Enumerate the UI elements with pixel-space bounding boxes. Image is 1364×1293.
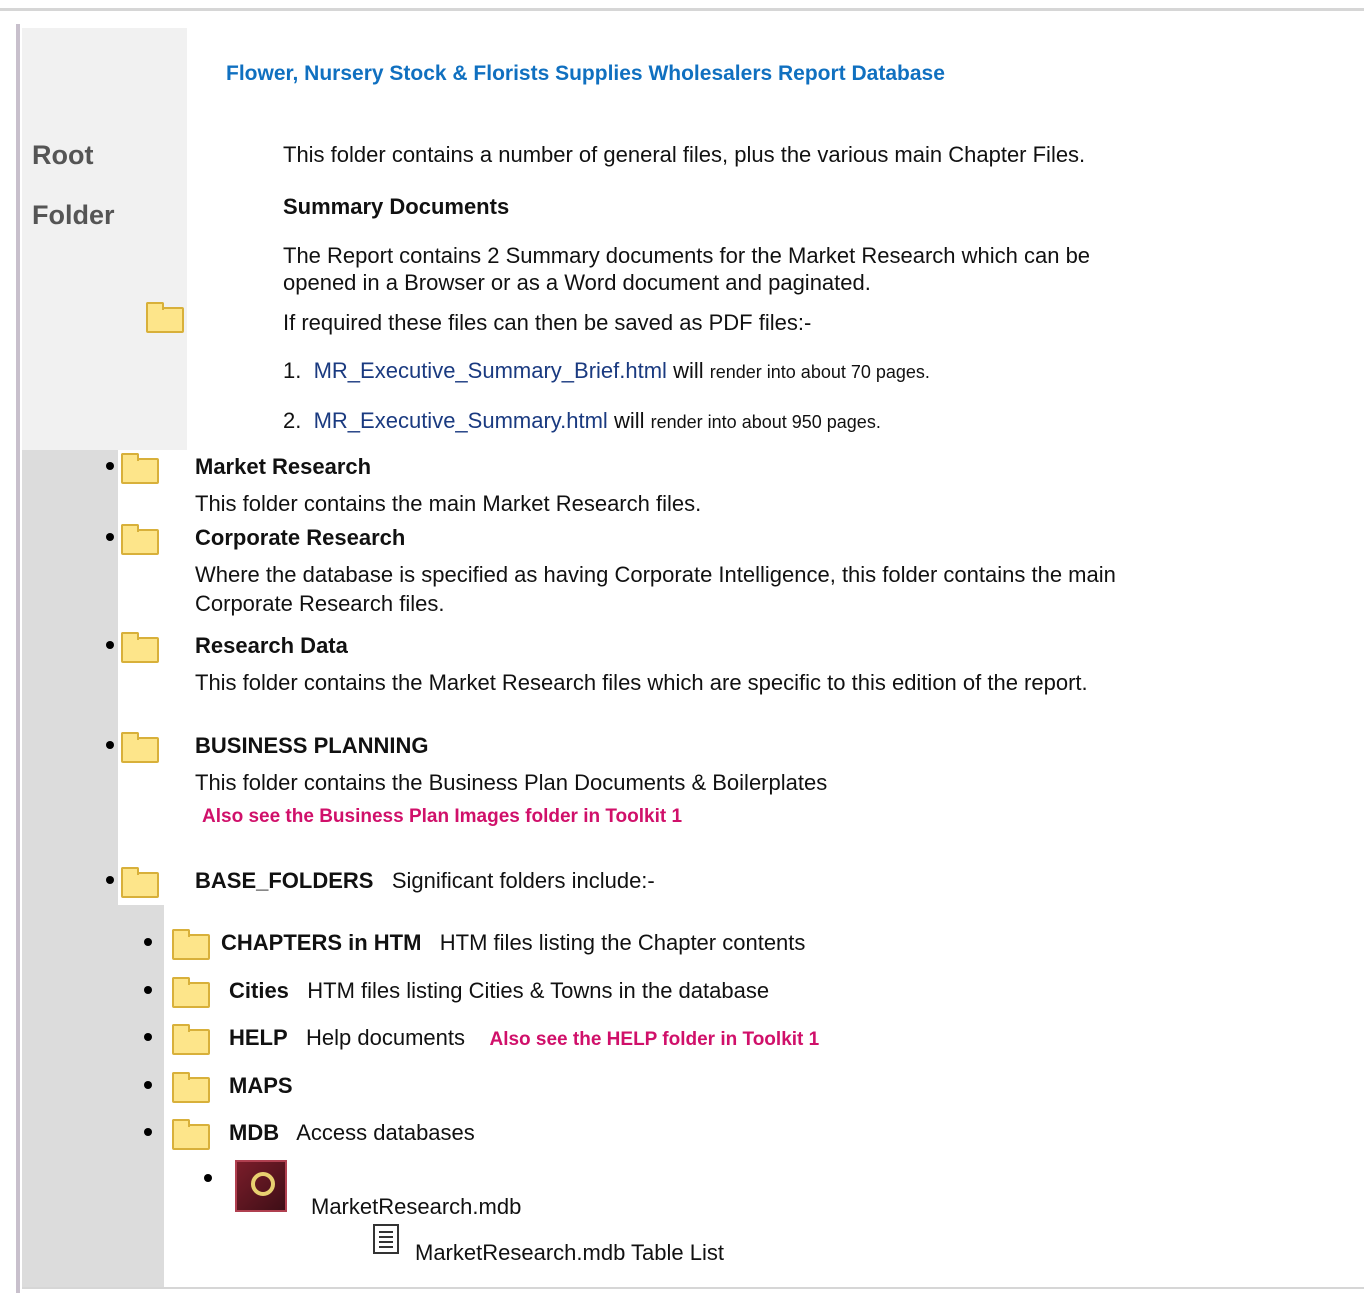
mdb-table-list[interactable]: MarketResearch.mdb Table List [415,1240,724,1266]
bullet [144,1081,152,1089]
corporate-research-folder-icon[interactable] [121,524,159,555]
chapters-row: CHAPTERS in HTM HTM files listing the Ch… [221,930,805,956]
business-planning-desc: This folder contains the Business Plan D… [195,770,828,795]
bullet [144,938,152,946]
corporate-research-title[interactable]: Corporate Research [195,525,405,551]
root-folder-icon[interactable] [146,302,184,333]
base-folders-title[interactable]: BASE_FOLDERS [195,868,373,893]
bullet [204,1174,212,1182]
document-icon[interactable] [373,1224,399,1254]
summary-brief-link[interactable]: MR_Executive_Summary_Brief.html [314,358,667,383]
mdb-desc: Access databases [296,1120,475,1145]
market-research-desc: This folder contains the main Market Res… [195,491,702,516]
bottom-border [22,1287,1364,1289]
bullet [144,1128,152,1136]
bullet [106,741,114,749]
summary-file-1: 1. MR_Executive_Summary_Brief.html will … [283,358,930,384]
business-planning-folder-icon[interactable] [121,732,159,763]
list-number: 2. [283,408,302,433]
list-number: 1. [283,358,302,383]
bullet [106,533,114,541]
research-data-desc: This folder contains the Market Research… [195,670,1088,695]
maps-title[interactable]: MAPS [229,1073,293,1099]
bullet-column [22,450,118,905]
base-folders-row: BASE_FOLDERS Significant folders include… [195,868,655,894]
cities-title[interactable]: Cities [229,978,289,1003]
summary-full-link[interactable]: MR_Executive_Summary.html [314,408,608,433]
research-data-folder-icon[interactable] [121,632,159,663]
summary-line-1: The Report contains 2 Summary documents … [283,243,1091,268]
help-row: HELP Help documents Also see the HELP fo… [229,1025,819,1051]
cities-folder-icon[interactable] [172,977,210,1008]
business-planning-title[interactable]: BUSINESS PLANNING [195,733,428,759]
help-desc: Help documents [306,1025,466,1050]
will-text: will [673,358,704,383]
base-folders-desc: Significant folders include:- [391,868,655,893]
cities-desc: HTM files listing Cities & Towns in the … [307,978,770,1003]
page-title: Flower, Nursery Stock & Florists Supplie… [226,62,945,85]
folder-label: Folder [32,200,115,230]
bullet [144,986,152,994]
base-folders-folder-icon[interactable] [121,867,159,898]
corporate-research-desc-1: Where the database is specified as havin… [195,562,1116,587]
root-column [22,28,187,450]
root-label: Root [32,140,94,170]
corporate-research-desc-2: Corporate Research files. [195,591,445,616]
summary-line-2: opened in a Browser or as a Word documen… [283,270,871,295]
help-folder-icon[interactable] [172,1024,210,1055]
chapters-folder-icon[interactable] [172,929,210,960]
maps-folder-icon[interactable] [172,1072,210,1103]
top-border [0,8,1364,11]
chapters-desc: HTM files listing the Chapter contents [439,930,806,955]
help-title[interactable]: HELP [229,1025,288,1050]
research-data-title[interactable]: Research Data [195,633,348,659]
mdb-file-name[interactable]: MarketResearch.mdb [311,1194,521,1220]
bullet [106,641,114,649]
bullet [106,876,114,884]
access-database-icon[interactable] [235,1160,287,1212]
chapters-title[interactable]: CHAPTERS in HTM [221,930,421,955]
help-note: Also see the HELP folder in Toolkit 1 [489,1029,820,1050]
cities-row: Cities HTM files listing Cities & Towns … [229,978,769,1004]
mdb-folder-icon[interactable] [172,1119,210,1150]
summary-heading: Summary Documents [283,194,510,219]
business-planning-note: Also see the Business Plan Images folder… [202,806,683,827]
market-research-folder-icon[interactable] [121,453,159,484]
market-research-title[interactable]: Market Research [195,454,371,480]
render-note: render into about 950 pages. [650,412,881,432]
mdb-row: MDB Access databases [229,1120,475,1146]
mdb-title[interactable]: MDB [229,1120,279,1145]
render-note: render into about 70 pages. [709,362,930,382]
sub-bullet-column [22,905,164,1288]
will-text: will [613,408,645,433]
root-description: This folder contains a number of general… [283,142,1086,167]
bullet [106,462,114,470]
bullet [144,1033,152,1041]
left-border [16,24,20,1293]
summary-file-2: 2. MR_Executive_Summary.html will render… [283,408,881,434]
pdf-note: If required these files can then be save… [283,310,812,335]
